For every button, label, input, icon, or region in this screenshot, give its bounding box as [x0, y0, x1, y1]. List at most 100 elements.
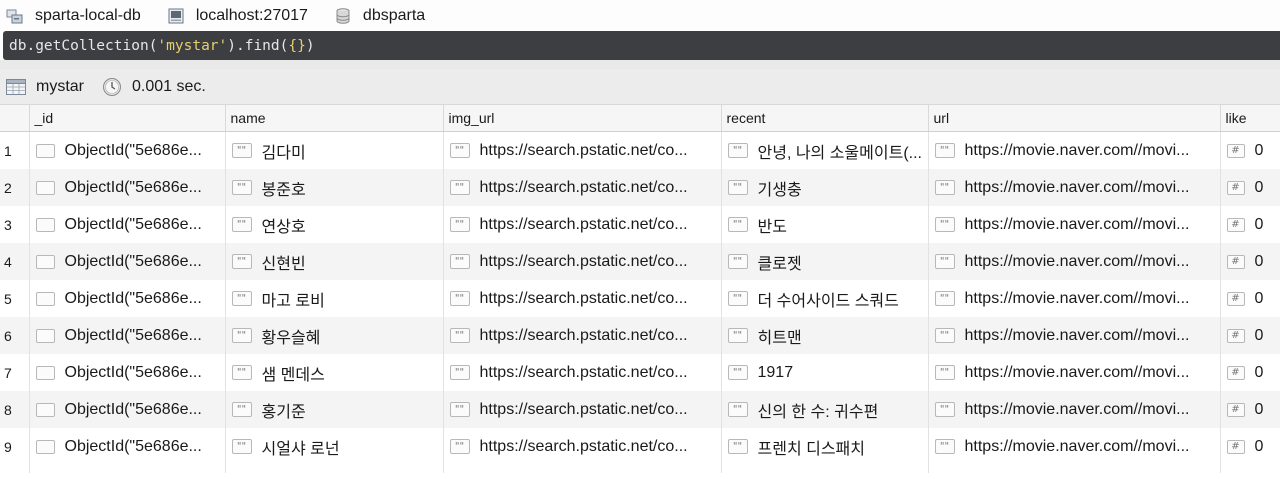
row-number: 8: [0, 391, 30, 428]
query-time: 0.001 sec.: [132, 77, 206, 95]
query-method-find: ).find(: [227, 37, 289, 54]
column-header-recent[interactable]: recent: [721, 105, 929, 132]
column-header-id[interactable]: _id: [29, 105, 226, 132]
string-type-icon: "": [449, 365, 470, 380]
host-item[interactable]: localhost:27017: [167, 7, 308, 25]
cell-like[interactable]: #0: [1220, 169, 1280, 206]
cell-like-value: 0: [1254, 437, 1264, 455]
cell-recent[interactable]: "" 히트맨: [721, 317, 929, 354]
table-row[interactable]: 5 ObjectId("5e686e... "" 마고 로비 "" https://sea…: [0, 280, 1280, 317]
cell-recent[interactable]: "" 안녕, 나의 소울메이트(...: [721, 131, 929, 169]
cell-id[interactable]: ObjectId("5e686e...: [29, 428, 226, 465]
cell-name[interactable]: "" 김다미: [225, 131, 444, 169]
object-type-icon: [35, 365, 55, 380]
cell-img-url[interactable]: "" https://search.pstatic.net/co...: [443, 428, 722, 465]
cell-like[interactable]: #0: [1220, 428, 1280, 465]
cell-like[interactable]: #0: [1220, 131, 1280, 169]
table-row[interactable]: 4 ObjectId("5e686e... "" 신현빈 "" https://searc…: [0, 243, 1280, 280]
cell-img-url[interactable]: "" https://search.pstatic.net/co...: [443, 169, 722, 206]
cell-url[interactable]: "" https://movie.naver.com//movi...: [928, 428, 1221, 465]
table-row[interactable]: 3 ObjectId("5e686e... "" 연상호 "" https://searc…: [0, 206, 1280, 243]
cell-name[interactable]: "" 연상호: [225, 206, 444, 243]
cell-name-value: 황우슬혜: [261, 329, 321, 347]
cell-img-url[interactable]: "" https://search.pstatic.net/co...: [443, 280, 722, 317]
rownum-header: [0, 105, 30, 132]
cell-url-value: https://movie.naver.com//movi...: [964, 252, 1190, 270]
cell-recent[interactable]: "" 1917: [721, 354, 929, 391]
cell-img-url[interactable]: "" https://search.pstatic.net/co...: [443, 354, 722, 391]
cell-url[interactable]: "" https://movie.naver.com//movi...: [928, 391, 1221, 428]
cell-img-url[interactable]: "" https://search.pstatic.net/co...: [443, 206, 722, 243]
cell-img-url[interactable]: "" https://search.pstatic.net/co...: [443, 317, 722, 354]
cell-recent[interactable]: "" 기생충: [721, 169, 929, 206]
database-item[interactable]: dbsparta: [334, 7, 425, 25]
cell-name[interactable]: "" 홍기준: [225, 391, 444, 428]
header-row: _id name img_url recent url like: [0, 105, 1280, 132]
connection-item[interactable]: sparta-local-db: [6, 7, 141, 25]
cell-url[interactable]: "" https://movie.naver.com//movi...: [928, 243, 1221, 280]
cell-recent-value: 더 수어사이드 스쿼드: [757, 292, 899, 310]
cell-img-url[interactable]: "" https://search.pstatic.net/co...: [443, 131, 722, 169]
column-header-url[interactable]: url: [928, 105, 1221, 132]
cell-recent[interactable]: "" 프렌치 디스패치: [721, 428, 929, 465]
cell-recent[interactable]: "" 클로젯: [721, 243, 929, 280]
cell-url[interactable]: "" https://movie.naver.com//movi...: [928, 131, 1221, 169]
cell-name[interactable]: "" 봉준호: [225, 169, 444, 206]
cell-like[interactable]: #0: [1220, 317, 1280, 354]
string-type-icon: "": [231, 365, 252, 380]
cell-id[interactable]: ObjectId("5e686e...: [29, 206, 226, 243]
cell-id[interactable]: ObjectId("5e686e...: [29, 280, 226, 317]
cell-like[interactable]: #0: [1220, 280, 1280, 317]
cell-id[interactable]: ObjectId("5e686e...: [29, 243, 226, 280]
column-header-img-url[interactable]: img_url: [443, 105, 722, 132]
cell-like[interactable]: #0: [1220, 354, 1280, 391]
cell-name[interactable]: "" 마고 로비: [225, 280, 444, 317]
cell-like-value: 0: [1254, 215, 1264, 233]
query-editor[interactable]: db. getCollection('mystar').find({}): [3, 31, 1280, 60]
cell-like[interactable]: #0: [1220, 206, 1280, 243]
cell-url[interactable]: "" https://movie.naver.com//movi...: [928, 354, 1221, 391]
column-header-like[interactable]: like: [1220, 105, 1280, 132]
cell-id[interactable]: ObjectId("5e686e...: [29, 131, 226, 169]
cell-id-value: ObjectId("5e686e...: [64, 437, 202, 455]
cell-name[interactable]: "" 신현빈: [225, 243, 444, 280]
row-number: 7: [0, 354, 30, 391]
number-type-icon: #: [1226, 143, 1245, 158]
string-type-icon: "": [727, 439, 748, 454]
cell-like[interactable]: #0: [1220, 243, 1280, 280]
table-row[interactable]: 9 ObjectId("5e686e... "" 시얼샤 로넌 "" https://se…: [0, 428, 1280, 465]
cell-recent-value: 기생충: [757, 181, 802, 199]
cell-id-value: ObjectId("5e686e...: [64, 363, 202, 381]
cell-recent[interactable]: "" 신의 한 수: 귀수편: [721, 391, 929, 428]
cell-url[interactable]: "" https://movie.naver.com//movi...: [928, 317, 1221, 354]
table-row[interactable]: 7 ObjectId("5e686e... "" 샘 멘데스 "" https://sea…: [0, 354, 1280, 391]
cell-like-value: 0: [1254, 326, 1264, 344]
cell-name[interactable]: "" 시얼샤 로넌: [225, 428, 444, 465]
cell-like-value: 0: [1254, 252, 1264, 270]
cell-url[interactable]: "" https://movie.naver.com//movi...: [928, 206, 1221, 243]
cell-img-url[interactable]: "" https://search.pstatic.net/co...: [443, 243, 722, 280]
cell-url[interactable]: "" https://movie.naver.com//movi...: [928, 280, 1221, 317]
cell-name[interactable]: "" 황우슬혜: [225, 317, 444, 354]
table-row[interactable]: 6 ObjectId("5e686e... "" 황우슬혜 "" https://sear…: [0, 317, 1280, 354]
table-row[interactable]: 2 ObjectId("5e686e... "" 봉준호 "" https://searc…: [0, 169, 1280, 206]
cell-url[interactable]: "" https://movie.naver.com//movi...: [928, 169, 1221, 206]
cell-img-url[interactable]: "" https://search.pstatic.net/co...: [443, 391, 722, 428]
cell-id[interactable]: ObjectId("5e686e...: [29, 169, 226, 206]
cell-id[interactable]: ObjectId("5e686e...: [29, 391, 226, 428]
cell-id[interactable]: ObjectId("5e686e...: [29, 354, 226, 391]
column-header-name[interactable]: name: [225, 105, 444, 132]
cell-url-value: https://movie.naver.com//movi...: [964, 289, 1190, 307]
cell-name[interactable]: "" 샘 멘데스: [225, 354, 444, 391]
table-row[interactable]: 1 ObjectId("5e686e... "" 김다미 "" https://searc…: [0, 131, 1280, 169]
table-view-icon[interactable]: [6, 78, 26, 95]
string-type-icon: "": [449, 402, 470, 417]
cell-recent[interactable]: "" 더 수어사이드 스쿼드: [721, 280, 929, 317]
cell-id[interactable]: ObjectId("5e686e...: [29, 317, 226, 354]
table-row[interactable]: 8 ObjectId("5e686e... "" 홍기준 "" https://searc…: [0, 391, 1280, 428]
object-type-icon: [35, 291, 55, 306]
cell-like-value: 0: [1254, 178, 1264, 196]
cell-recent[interactable]: "" 반도: [721, 206, 929, 243]
string-type-icon: "": [449, 217, 470, 232]
cell-like[interactable]: #0: [1220, 391, 1280, 428]
